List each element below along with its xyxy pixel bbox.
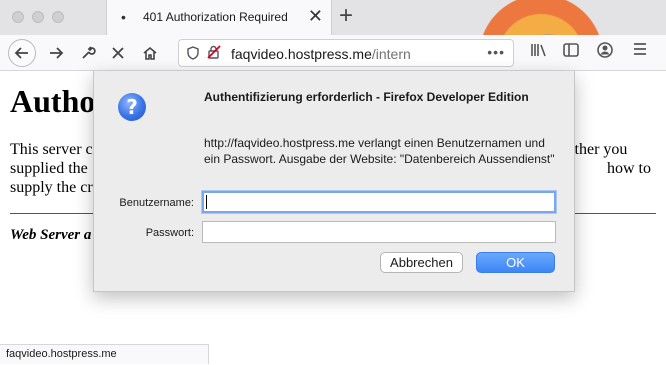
url-bar[interactable]: faqvideo.hostpress.me/intern ••• [178,39,514,67]
body-text-line3-left: supply the cr [10,179,93,196]
new-tab-button[interactable]: + [339,3,353,29]
url-path: /intern [371,46,411,62]
library-icon[interactable] [530,41,548,64]
username-field[interactable] [202,191,556,213]
tab-loading-icon: • [121,9,126,25]
home-icon [143,46,157,60]
body-text-line2-left: supplied the [10,160,88,177]
username-label: Benutzername: [119,197,194,209]
ok-button[interactable]: OK [476,252,555,273]
password-field[interactable] [202,221,556,243]
navigation-toolbar: faqvideo.hostpress.me/intern ••• [0,35,666,71]
window-minimize-button[interactable] [32,11,44,23]
dialog-title: Authentifizierung erforderlich - Firefox… [204,90,529,104]
authentication-dialog: ? Authentifizierung erforderlich - Firef… [93,71,575,292]
hamburger-menu-icon[interactable] [632,41,648,62]
cancel-button[interactable]: Abbrechen [380,252,463,273]
body-text-line1-left: This server c [10,141,93,158]
forward-button[interactable] [42,39,70,67]
back-button[interactable] [8,39,36,67]
tab-active[interactable]: • 401 Authorization Required ✕ [106,0,332,35]
dialog-message: http://faqvideo.hostpress.me verlangt ei… [204,136,555,166]
sidebar-icon[interactable] [562,41,580,64]
forward-arrow-icon [50,47,64,59]
firefox-logo-icon [466,0,616,35]
text-caret [206,195,207,209]
status-bar: faqvideo.hostpress.me [0,344,209,364]
tab-close-icon[interactable]: ✕ [308,6,323,26]
stop-x-icon [112,47,124,59]
server-signature: Web Server a [10,227,92,243]
insecure-lock-icon[interactable] [207,45,221,62]
tracking-protection-shield-icon[interactable] [187,46,199,60]
tab-strip: • 401 Authorization Required ✕ + [0,0,666,35]
account-icon[interactable] [596,41,614,64]
page-actions-icon[interactable]: ••• [487,44,505,60]
back-arrow-icon [14,47,28,59]
stop-button[interactable] [104,39,132,67]
tab-title: 401 Authorization Required [143,10,288,24]
home-button[interactable] [136,39,164,67]
wrench-icon [82,46,96,59]
url-text: faqvideo.hostpress.me/intern [231,46,411,62]
body-text-line2-right: how to [607,160,651,177]
url-host: faqvideo.hostpress.me [231,46,372,62]
question-icon: ? [118,93,146,121]
developer-tools-button[interactable] [74,39,102,67]
window-close-button[interactable] [12,11,24,23]
password-label: Passwort: [145,227,194,239]
window-zoom-button[interactable] [52,11,64,23]
